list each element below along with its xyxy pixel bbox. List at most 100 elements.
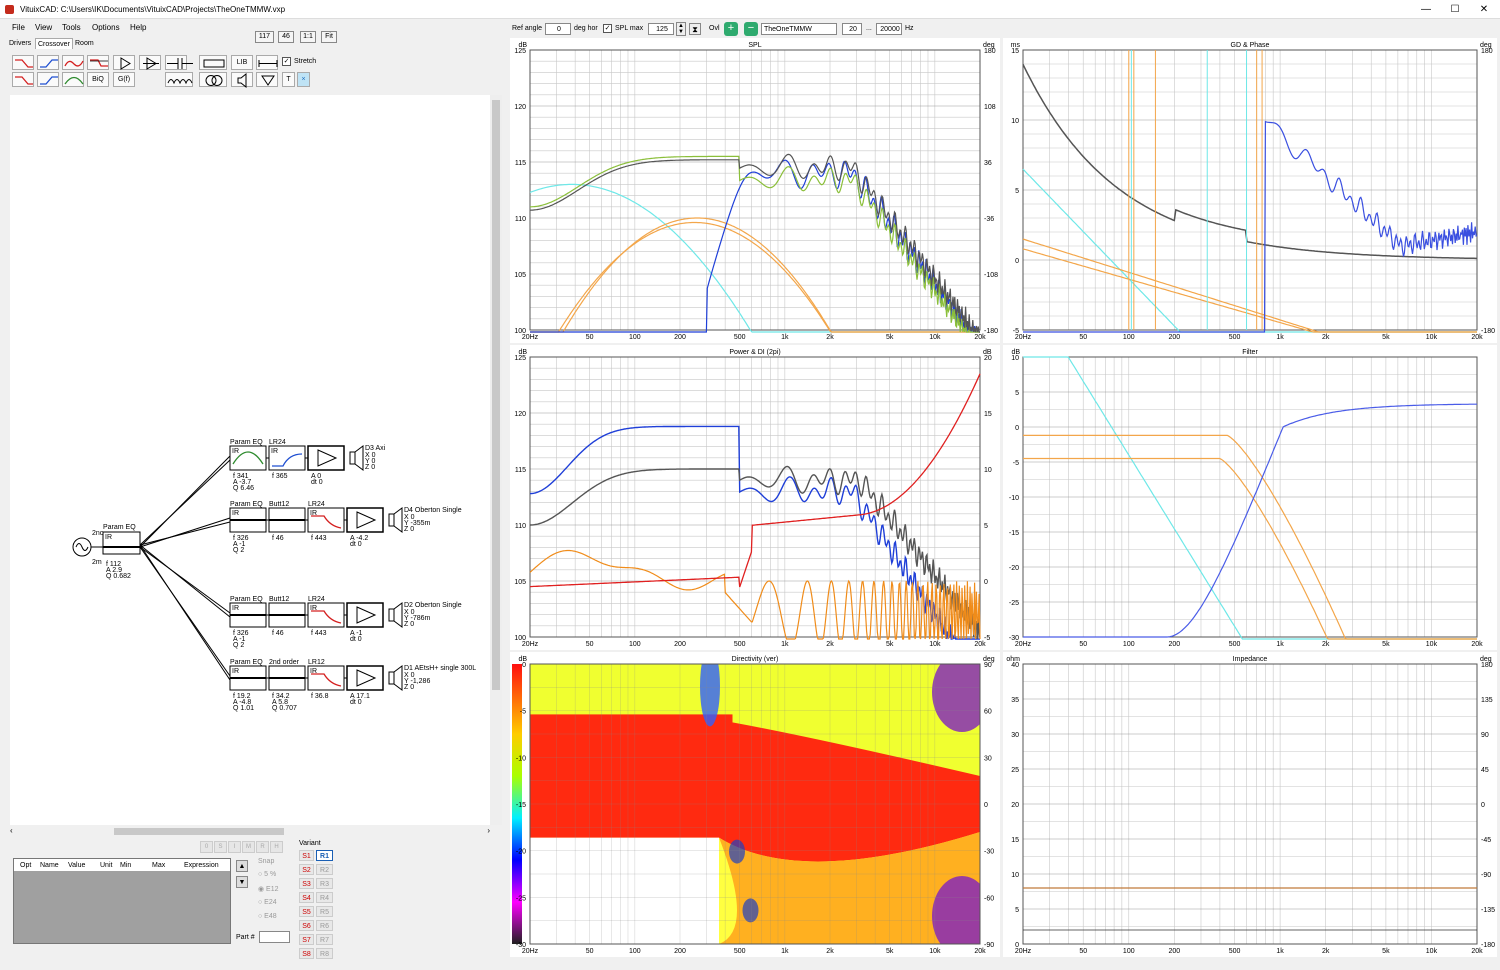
schematic-canvas[interactable]: 2no 2m Param EQ IR f 112 A 2.9 Q 0.682 Param EQ… xyxy=(10,95,490,825)
col-min[interactable]: Min xyxy=(120,862,131,869)
zoom-46-button[interactable]: 46 xyxy=(278,31,294,43)
col-name[interactable]: Name xyxy=(40,862,59,869)
bandpass-red-icon[interactable] xyxy=(62,55,84,70)
menu-help[interactable]: Help xyxy=(130,23,146,32)
variant-button[interactable]: R1 xyxy=(316,850,333,861)
remove-overlay-icon[interactable]: − xyxy=(744,22,758,36)
notch-icon[interactable] xyxy=(87,55,109,70)
variant-button[interactable]: R8 xyxy=(316,948,333,959)
minimize-button[interactable]: — xyxy=(1416,3,1436,17)
freq-max-input[interactable]: 20000 xyxy=(876,23,902,35)
optimizer-tool-button[interactable]: R xyxy=(256,841,269,853)
speaker-icon[interactable] xyxy=(231,72,253,89)
spl-max-input[interactable]: 125 xyxy=(648,23,674,35)
overlay-name-input[interactable]: TheOneTMMW xyxy=(761,23,837,35)
power-di-chart[interactable]: Power & DI (2pi)dB dB12512011511010510020… xyxy=(510,345,1000,650)
zoom-fit-button[interactable]: Fit xyxy=(321,31,337,43)
scenario-button[interactable]: S5 xyxy=(299,906,314,917)
scenario-button[interactable]: S2 xyxy=(299,864,314,875)
spl-max-spinner[interactable]: ▲ ▼ xyxy=(676,22,686,36)
crossover-schematic[interactable]: 2no2mParam EQIRf 112A 2.9Q 0.682Param EQ… xyxy=(10,95,490,825)
move-up-button[interactable]: ▲ xyxy=(236,860,248,872)
snap-option[interactable]: ○ E48 xyxy=(258,913,277,920)
text-tool-button[interactable]: T xyxy=(282,72,295,87)
lowpass2-blue-icon[interactable] xyxy=(37,72,59,87)
impedance-chart[interactable]: Impedanceohm deg4035302520151050180135904… xyxy=(1003,652,1497,957)
variant-button[interactable]: R2 xyxy=(316,864,333,875)
horizontal-scrollbar[interactable]: ‹ › xyxy=(10,826,490,836)
tab-crossover[interactable]: Crossover xyxy=(35,38,73,49)
scenario-button[interactable]: S7 xyxy=(299,934,314,945)
zoom-117-button[interactable]: 117 xyxy=(255,31,274,43)
tab-room[interactable]: Room xyxy=(73,38,96,49)
add-overlay-icon[interactable]: + xyxy=(724,22,738,36)
tab-drivers[interactable]: Drivers xyxy=(7,38,33,49)
optimizer-tool-button[interactable]: M xyxy=(242,841,255,853)
biquad-button[interactable]: BiQ xyxy=(87,72,109,87)
optimizer-tool-button[interactable]: I xyxy=(228,841,241,853)
peq-green-icon[interactable] xyxy=(62,72,84,87)
ground-icon[interactable] xyxy=(256,72,278,87)
freq-min-input[interactable]: 20 xyxy=(842,23,862,35)
col-max[interactable]: Max xyxy=(152,862,165,869)
inductor-icon[interactable] xyxy=(165,72,193,87)
variant-button[interactable]: R7 xyxy=(316,934,333,945)
directivity-chart[interactable]: Directivity (ver)dB deg0-5-10-15-20-25-30… xyxy=(510,652,1000,957)
variant-button[interactable]: R4 xyxy=(316,892,333,903)
delete-tool-button[interactable]: × xyxy=(297,72,310,87)
transformer-icon[interactable] xyxy=(199,72,227,87)
sort-icon[interactable]: ⧗ xyxy=(689,23,701,35)
driver-coord: Z 0 xyxy=(404,526,414,533)
optimizer-tool-button[interactable]: S xyxy=(214,841,227,853)
scenario-button[interactable]: S8 xyxy=(299,948,314,959)
ref-angle-input[interactable]: 0 xyxy=(545,23,571,35)
group-delay-phase-chart[interactable]: GD & Phasems deg151050-5180-18020Hz 50 100 2… xyxy=(1003,38,1497,343)
snap-option[interactable]: ◉ E12 xyxy=(258,885,279,893)
transfer-function-button[interactable]: G(f) xyxy=(113,72,135,87)
col-unit[interactable]: Unit xyxy=(100,862,112,869)
x-tick-label: 1k xyxy=(781,334,789,341)
menu-options[interactable]: Options xyxy=(92,23,120,32)
filter-block[interactable] xyxy=(346,602,384,628)
lowpass-blue-icon[interactable] xyxy=(37,55,59,70)
optimizer-tool-button[interactable]: H xyxy=(270,841,283,853)
delay-icon[interactable] xyxy=(139,55,161,70)
menu-tools[interactable]: Tools xyxy=(62,23,81,32)
resistor-icon[interactable] xyxy=(199,55,227,70)
filter-block[interactable] xyxy=(346,665,384,691)
scenario-button[interactable]: S3 xyxy=(299,878,314,889)
scenario-button[interactable]: S6 xyxy=(299,920,314,931)
menu-file[interactable]: File xyxy=(12,23,25,32)
vertical-scrollbar[interactable] xyxy=(490,95,502,825)
stretch-checkbox[interactable]: ✓ xyxy=(282,57,291,66)
filter-chart[interactable]: FilterdB1050-5-10-15-20-25-3020Hz 50 100 20… xyxy=(1003,345,1497,650)
menu-view[interactable]: View xyxy=(35,23,52,32)
spl-chart[interactable]: SPLdB deg12512011511010510018010836-36-10… xyxy=(510,38,1000,343)
filter-block[interactable] xyxy=(307,445,345,471)
variant-button[interactable]: R6 xyxy=(316,920,333,931)
scenario-button[interactable]: S1 xyxy=(299,850,314,861)
snap-option[interactable]: ○ E24 xyxy=(258,899,277,906)
zoom-1to1-button[interactable]: 1:1 xyxy=(300,31,316,43)
close-button[interactable]: ✕ xyxy=(1474,3,1494,17)
scenario-button[interactable]: S4 xyxy=(299,892,314,903)
optimizer-tool-button[interactable]: 0 xyxy=(200,841,213,853)
variant-button[interactable]: R3 xyxy=(316,878,333,889)
filter-block[interactable] xyxy=(346,507,384,533)
col-value[interactable]: Value xyxy=(68,862,85,869)
part-number-input[interactable] xyxy=(259,931,290,943)
allpass-red-icon[interactable] xyxy=(12,72,34,87)
move-down-button[interactable]: ▼ xyxy=(236,876,248,888)
capacitor-icon[interactable] xyxy=(165,55,193,70)
amp-icon[interactable] xyxy=(113,55,135,70)
col-opt[interactable]: Opt xyxy=(20,862,31,869)
wire-icon[interactable] xyxy=(256,55,278,70)
col-expression[interactable]: Expression xyxy=(184,862,219,869)
optimizer-table[interactable]: Opt Name Value Unit Min Max Expression xyxy=(13,858,231,944)
snap-option[interactable]: ○ 5 % xyxy=(258,871,276,878)
spl-max-checkbox[interactable]: ✓ xyxy=(603,24,612,33)
library-button[interactable]: LIB xyxy=(231,55,253,70)
variant-button[interactable]: R5 xyxy=(316,906,333,917)
maximize-button[interactable]: ☐ xyxy=(1445,3,1465,17)
highpass-red-icon[interactable] xyxy=(12,55,34,70)
